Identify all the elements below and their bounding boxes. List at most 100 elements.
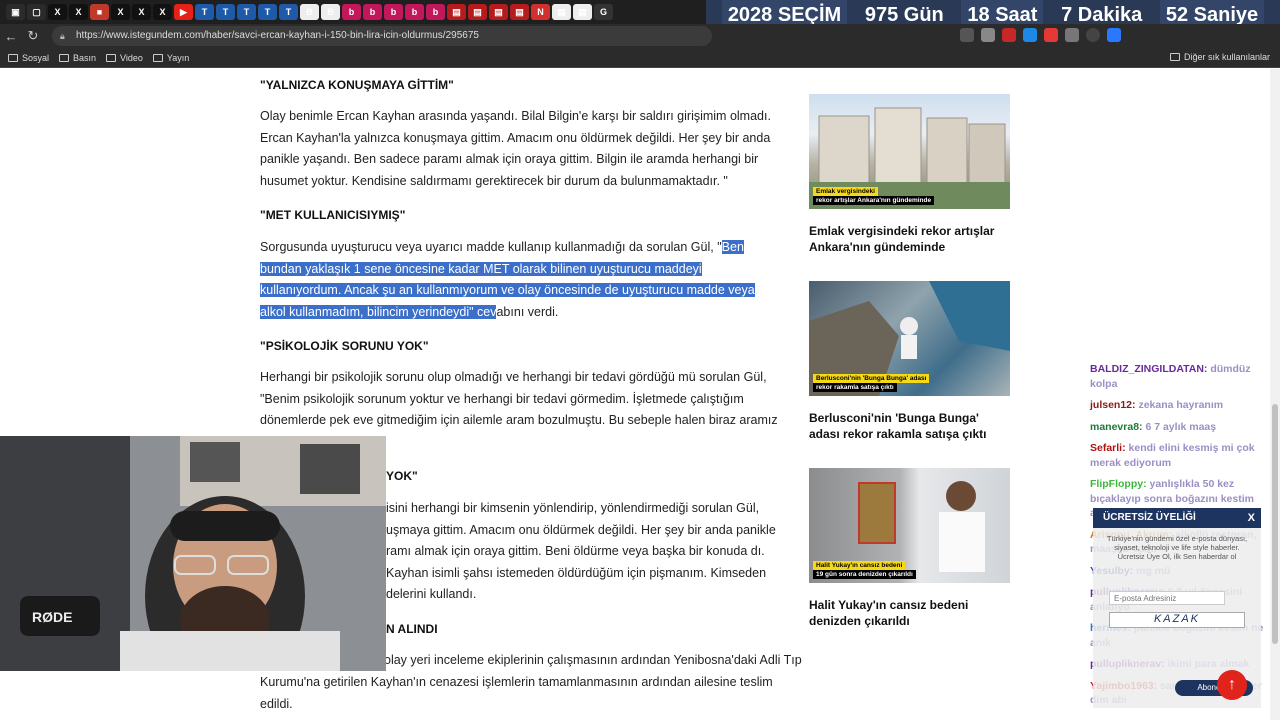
x-icon[interactable]: X	[153, 4, 172, 20]
copilot-icon[interactable]	[1107, 28, 1121, 42]
folder-icon	[106, 53, 117, 62]
chat-message: Sefarli: kendi elini kesmiş mi çok merak…	[1090, 441, 1270, 470]
chat-text: 6 7 aylık maaş	[1145, 420, 1217, 433]
extension-icon[interactable]	[1065, 28, 1079, 42]
thumbnail-caption: Halit Yukay'ın cansız bedeni 19 gün sonr…	[813, 561, 916, 579]
popup-description: Türkiye'nin gündemi özel e-posta dünyası…	[1106, 534, 1248, 561]
extension-icons	[960, 28, 1121, 42]
folder-icon	[59, 53, 70, 62]
bookmark-label: Video	[120, 52, 143, 63]
b-icon[interactable]: b	[342, 4, 361, 20]
article-paragraph: olay yeri inceleme ekiplerinin çalışması…	[384, 653, 802, 667]
n-icon[interactable]: N	[531, 4, 550, 20]
folder-icon	[8, 53, 18, 62]
scrollbar-thumb[interactable]	[1272, 404, 1278, 644]
bookmark-label: Diğer sık kullanılanlar	[1183, 52, 1270, 62]
news-icon[interactable]: ▤	[489, 4, 508, 20]
youtube-icon[interactable]: ▶	[174, 4, 193, 20]
chat-username: Sefarli:	[1090, 442, 1126, 454]
news-thumbnail[interactable]: Halit Yukay'ın cansız bedeni 19 gün sonr…	[809, 468, 1010, 583]
bookmark-label: Basın	[73, 52, 97, 63]
news-thumbnail[interactable]: Berlusconi'nin 'Bunga Bunga' adası rekor…	[809, 281, 1010, 396]
b-icon[interactable]: b	[426, 4, 445, 20]
b-icon[interactable]: b	[363, 4, 382, 20]
x-icon[interactable]: X	[69, 4, 88, 20]
bookmark-basin[interactable]: Basın	[59, 53, 96, 63]
chat-message: manevra8: 6 7 aylık maaş	[1090, 420, 1270, 435]
folder-icon	[152, 53, 163, 62]
b-icon[interactable]: b	[384, 4, 403, 20]
news-card[interactable]: Berlusconi'nin 'Bunga Bunga' adası rekor…	[809, 281, 1010, 442]
news-title[interactable]: Berlusconi'nin 'Bunga Bunga' adası rekor…	[809, 410, 1010, 442]
folder-icon	[1169, 53, 1180, 61]
news-title[interactable]: Emlak vergisindeki rekor artışlar Ankara…	[809, 223, 1010, 255]
bookmark-sosyal[interactable]: Sosyal	[8, 53, 49, 63]
article-paragraph: isini herhangi bir kimsenin yönlendirip,…	[386, 501, 776, 601]
thumbnail-caption: Berlusconi'nin 'Bunga Bunga' adası rekor…	[813, 374, 930, 392]
chat-username: julsen12:	[1090, 399, 1136, 411]
email-field[interactable]	[1109, 591, 1225, 605]
x-icon[interactable]: X	[132, 4, 151, 20]
t24-icon[interactable]: T	[279, 4, 298, 20]
article-paragraph: Sorgusunda uyuşturucu veya uyarıcı madde…	[260, 237, 780, 323]
avatar[interactable]	[1086, 28, 1100, 42]
chat-message: julsen12: zekana hayranım	[1090, 398, 1270, 413]
doc-icon[interactable]: ▤	[552, 4, 571, 20]
news-card[interactable]: Emlak vergisindeki rekor artışlar Ankara…	[809, 94, 1010, 255]
section-heading: N ALINDI	[386, 622, 438, 636]
news-icon[interactable]: ▤	[510, 4, 529, 20]
page-scrollbar[interactable]	[1270, 69, 1280, 720]
t24-icon[interactable]: T	[195, 4, 214, 20]
chat-text: zekana hayranım	[1138, 399, 1224, 411]
doc-icon[interactable]: ▤	[573, 4, 592, 20]
bookmark-yayin[interactable]: Yayın	[152, 52, 190, 63]
x-icon[interactable]: X	[48, 4, 67, 20]
tab-icon[interactable]: ▣	[6, 4, 25, 20]
article-paragraph: Herhangi bir psikolojik sorunu olup olma…	[260, 370, 778, 427]
url-text: https://www.istegundem.com/haber/savci-e…	[76, 30, 479, 41]
news-card[interactable]: Halit Yukay'ın cansız bedeni 19 gün sonr…	[809, 468, 1010, 629]
extension-icon[interactable]	[1002, 28, 1016, 42]
url-field[interactable]: 🔒︎ https://www.istegundem.com/haber/savc…	[52, 26, 712, 46]
extension-icon[interactable]	[960, 28, 974, 42]
chat-message: BALDIZ_ZINGILDATAN: dümdüz kolpa	[1090, 362, 1270, 391]
red-icon[interactable]: ■	[90, 4, 109, 20]
tab-icon[interactable]: ▢	[27, 4, 46, 20]
bookmark-video[interactable]: Video	[106, 53, 143, 63]
address-bar-row: ← ↻ 🔒︎ https://www.istegundem.com/haber/…	[0, 24, 1280, 48]
news-icon[interactable]: ▤	[468, 4, 487, 20]
news-title[interactable]: Halit Yukay'ın cansız bedeni denizden çı…	[809, 597, 1010, 629]
extension-icon[interactable]	[1044, 28, 1058, 42]
section-heading: "MET KULLANICISIYMIŞ"	[260, 208, 406, 222]
paragraph-text: Sorgusunda uyuşturucu veya uyarıcı madde…	[260, 240, 722, 254]
caption-highlight: Halit Yukay'ın cansız bedeni	[813, 561, 906, 570]
caption-subtitle: rekor rakamla satışa çıktı	[813, 383, 897, 392]
scroll-to-top-button[interactable]: ↑	[1217, 670, 1247, 700]
caption-highlight: Emlak vergisindeki	[813, 187, 878, 196]
bookmark-label: Yayın	[166, 52, 190, 63]
news-icon[interactable]: ▤	[447, 4, 466, 20]
t24-icon[interactable]: T	[258, 4, 277, 20]
extension-icon[interactable]	[1023, 28, 1037, 42]
b-icon[interactable]: b	[405, 4, 424, 20]
lock-icon: 🔒︎	[60, 31, 65, 41]
caption-highlight: Berlusconi'nin 'Bunga Bunga' adası	[813, 374, 930, 383]
t24-icon[interactable]: T	[216, 4, 235, 20]
g-icon[interactable]: G	[594, 4, 613, 20]
bookmarks-bar: Sosyal Basın Video Yayın Diğer sık kulla…	[0, 48, 1280, 68]
bookmark-other[interactable]: Diğer sık kullanılanlar	[1169, 52, 1270, 62]
t24-icon[interactable]: T	[237, 4, 256, 20]
x-icon[interactable]: X	[111, 4, 130, 20]
chat-username: BALDIZ_ZINGILDATAN:	[1090, 363, 1208, 375]
refresh-icon[interactable]: ↻	[22, 25, 44, 47]
close-icon[interactable]: X	[1248, 508, 1255, 528]
popup-title: ÜCRETSİZ ÜYELİĞİ	[1103, 512, 1196, 523]
article-paragraph: Kurumu'na getirilen Kayhan'ın cenazesi i…	[260, 675, 773, 711]
news-thumbnail[interactable]: Emlak vergisindeki rekor artışlar Ankara…	[809, 94, 1010, 209]
back-icon[interactable]: ←	[0, 25, 22, 47]
svg-text:RØDE: RØDE	[32, 609, 72, 625]
extension-icon[interactable]	[981, 28, 995, 42]
b-icon[interactable]: B	[321, 4, 340, 20]
section-heading: YOK"	[386, 469, 418, 483]
b-icon[interactable]: B	[300, 4, 319, 20]
